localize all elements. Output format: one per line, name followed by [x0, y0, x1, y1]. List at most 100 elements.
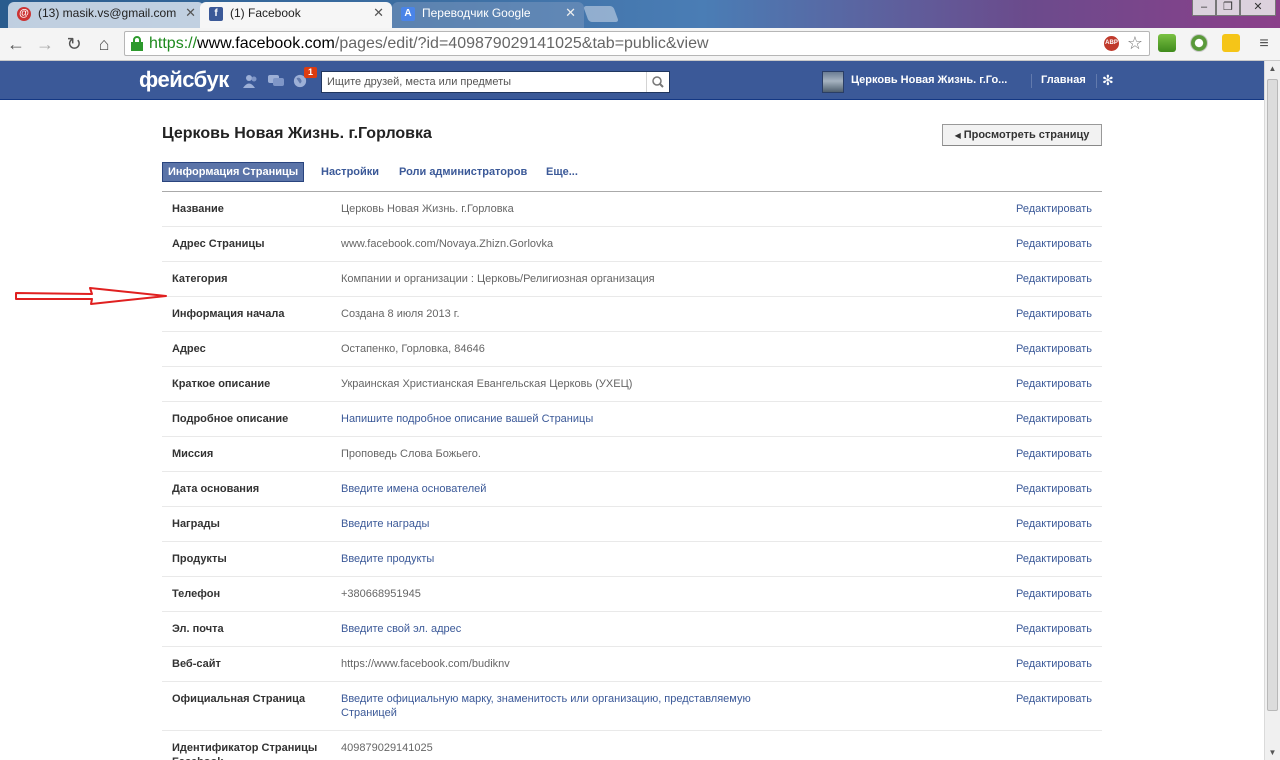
home-link[interactable]: Главная [1041, 74, 1086, 86]
edit-link[interactable]: Редактировать [1016, 307, 1092, 321]
search-box [321, 71, 670, 93]
close-tab-icon[interactable]: ✕ [373, 2, 384, 24]
tab-settings[interactable]: Настройки [321, 163, 379, 181]
edit-link[interactable]: Редактировать [1016, 272, 1092, 286]
scrollbar-thumb[interactable] [1267, 79, 1278, 711]
search-button[interactable] [646, 72, 669, 92]
row-value: Остапенко, Горловка, 84646 [341, 343, 485, 355]
row-value-prompt[interactable]: Введите официальную марку, знаменитость … [341, 692, 771, 720]
forward-icon[interactable]: → [33, 32, 57, 56]
row-value-prompt[interactable]: Введите имена основателей [341, 482, 771, 496]
page-avatar[interactable] [822, 71, 844, 93]
gmail-icon: @ [17, 7, 31, 21]
extension-icon[interactable] [1222, 34, 1240, 52]
tab-admin-roles[interactable]: Роли администраторов [399, 163, 527, 181]
edit-link[interactable]: Редактировать [1016, 482, 1092, 496]
row-label: Продукты [172, 553, 227, 565]
row-value: +380668951945 [341, 588, 421, 600]
browser-toolbar: ← → ↻ ⌂ https://www.facebook.com/pages/e… [0, 28, 1280, 61]
row-label: Миссия [172, 448, 214, 460]
edit-link[interactable]: Редактировать [1016, 342, 1092, 356]
row-label: Награды [172, 518, 220, 530]
info-row-mission: Миссия Проповедь Слова Божьего. Редактир… [162, 437, 1102, 472]
info-row-address-url: Адрес Страницы www.facebook.com/Novaya.Z… [162, 227, 1102, 262]
edit-link[interactable]: Редактировать [1016, 692, 1092, 706]
search-input[interactable] [322, 72, 647, 92]
divider [1096, 74, 1097, 88]
browser-tab-gmail[interactable]: @ (13) masik.vs@gmail.com ✕ [8, 2, 204, 28]
page-scrollbar[interactable]: ▲ ▼ [1264, 61, 1280, 760]
new-tab-button[interactable] [583, 6, 619, 22]
browser-tab-facebook[interactable]: f (1) Facebook ✕ [200, 2, 392, 28]
edit-link[interactable]: Редактировать [1016, 622, 1092, 636]
row-value-prompt[interactable]: Введите продукты [341, 552, 771, 566]
info-row-page-id: Идентификатор Страницы Facebook 40987902… [162, 731, 1102, 760]
url-scheme: https:// [149, 35, 198, 52]
row-label: Название [172, 203, 224, 215]
menu-icon[interactable]: ≡ [1252, 32, 1276, 56]
close-window-icon[interactable]: ✕ [1240, 0, 1276, 16]
row-value: Создана 8 июля 2013 г. [341, 308, 460, 320]
facebook-header: фейсбук 1 Церковь Новая Жизнь. г.Го... Г… [0, 61, 1264, 100]
row-value-prompt[interactable]: Введите награды [341, 517, 771, 531]
close-tab-icon[interactable]: ✕ [185, 2, 196, 24]
search-icon [652, 76, 664, 88]
edit-link[interactable]: Редактировать [1016, 377, 1092, 391]
row-value: Украинская Христианская Евангельская Цер… [341, 378, 633, 390]
row-value-prompt[interactable]: Напишите подробное описание вашей Страни… [341, 412, 771, 426]
back-icon[interactable]: ← [4, 32, 28, 56]
edit-link[interactable]: Редактировать [1016, 587, 1092, 601]
url-path: /pages/edit/?id=409879029141025&tab=publ… [334, 35, 709, 52]
tab-title: (13) masik.vs@gmail.com [38, 6, 177, 20]
row-label: Телефон [172, 588, 221, 600]
edit-link[interactable]: Редактировать [1016, 412, 1092, 426]
edit-link[interactable]: Редактировать [1016, 657, 1092, 671]
edit-link[interactable]: Редактировать [1016, 447, 1092, 461]
reload-icon[interactable]: ↻ [62, 32, 86, 56]
home-icon[interactable]: ⌂ [92, 32, 116, 56]
edit-link[interactable]: Редактировать [1016, 202, 1092, 216]
settings-gear-icon[interactable]: ✻ [1102, 72, 1114, 89]
google-translate-icon: A [401, 7, 415, 21]
facebook-icon: f [209, 7, 223, 21]
browser-tab-translate[interactable]: A Переводчик Google ✕ [392, 2, 584, 28]
restore-icon[interactable]: ❐ [1216, 0, 1240, 16]
divider [1031, 74, 1032, 88]
adblock-icon[interactable]: ABP [1104, 36, 1119, 51]
info-row-website: Веб-сайт https://www.facebook.com/budikn… [162, 647, 1102, 682]
close-tab-icon[interactable]: ✕ [565, 2, 576, 24]
friend-requests-icon[interactable] [243, 74, 259, 88]
row-label: Идентификатор Страницы Facebook [172, 742, 318, 760]
minimize-icon[interactable]: – [1192, 0, 1216, 16]
row-label: Адрес [172, 343, 206, 355]
tab-more[interactable]: Еще... [546, 163, 578, 181]
info-row-founded: Дата основания Введите имена основателей… [162, 472, 1102, 507]
address-bar[interactable]: https://www.facebook.com/pages/edit/?id=… [124, 31, 1150, 56]
row-label: Краткое описание [172, 378, 271, 390]
bookmark-star-icon[interactable]: ☆ [1127, 32, 1143, 55]
download-extension-icon[interactable] [1158, 34, 1176, 52]
info-row-start-info: Информация начала Создана 8 июля 2013 г.… [162, 297, 1102, 332]
row-value: 409879029141025 [341, 742, 433, 754]
row-value: Церковь Новая Жизнь. г.Горловка [341, 203, 514, 215]
info-row-products: Продукты Введите продукты Редактировать [162, 542, 1102, 577]
messages-icon[interactable] [268, 74, 284, 88]
edit-link[interactable]: Редактировать [1016, 552, 1092, 566]
scroll-up-icon[interactable]: ▲ [1265, 61, 1280, 76]
view-page-button[interactable]: ◀ Просмотреть страницу [942, 124, 1102, 146]
tab-page-info[interactable]: Информация Страницы [162, 162, 305, 182]
edit-link[interactable]: Редактировать [1016, 237, 1092, 251]
row-value: Компании и организации : Церковь/Религио… [341, 273, 655, 285]
info-row-email: Эл. почта Введите свой эл. адрес Редакти… [162, 612, 1102, 647]
url-text: https://www.facebook.com/pages/edit/?id=… [149, 32, 709, 55]
page-profile-link[interactable]: Церковь Новая Жизнь. г.Го... [851, 74, 1007, 86]
extension-icon[interactable] [1190, 34, 1208, 52]
facebook-logo[interactable]: фейсбук [139, 67, 229, 93]
info-row-awards: Награды Введите награды Редактировать [162, 507, 1102, 542]
row-label: Подробное описание [172, 413, 289, 425]
row-value-prompt[interactable]: Введите свой эл. адрес [341, 622, 771, 636]
scroll-down-icon[interactable]: ▼ [1265, 745, 1280, 760]
info-row-name: Название Церковь Новая Жизнь. г.Горловка… [162, 192, 1102, 227]
edit-link[interactable]: Редактировать [1016, 517, 1092, 531]
tab-title: Переводчик Google [422, 6, 531, 20]
